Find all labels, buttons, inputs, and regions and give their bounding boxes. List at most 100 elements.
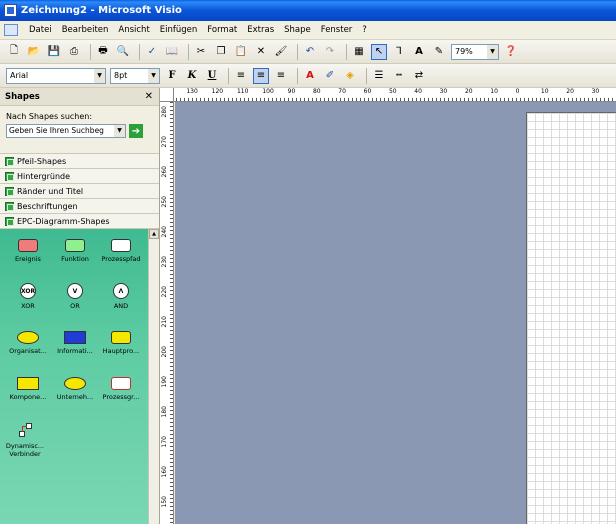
close-icon[interactable]: ✕: [145, 91, 153, 102]
ruler-tick-label: 210: [161, 316, 168, 328]
stencil-label: Hintergründe: [17, 171, 71, 181]
ruler-tick-label: 70: [338, 88, 346, 95]
master-organisationseinheit[interactable]: Organisat...: [3, 331, 53, 355]
toolbar-separator: [188, 43, 189, 60]
organisation-shape-icon: [17, 331, 39, 344]
font-size-combo[interactable]: 8pt ▼: [110, 67, 160, 84]
ruler-tick-label: 160: [161, 466, 168, 478]
drawing-page[interactable]: [526, 112, 616, 524]
line-weight-icon[interactable]: ☰: [371, 68, 387, 84]
align-left-icon[interactable]: ≡: [233, 68, 249, 84]
redo-icon[interactable]: ↷: [322, 44, 338, 60]
preview-icon[interactable]: 🔍: [115, 44, 131, 60]
delete-icon[interactable]: ✕: [253, 44, 269, 60]
master-label: Ereignis: [15, 255, 41, 263]
chevron-down-icon[interactable]: ▼: [94, 68, 105, 83]
scroll-up-icon[interactable]: ▲: [149, 229, 159, 239]
paste-icon[interactable]: 📋: [233, 44, 249, 60]
drawing-tools-icon[interactable]: ✎: [431, 44, 447, 60]
master-label: Kompone...: [9, 393, 47, 401]
chevron-down-icon[interactable]: ▼: [114, 125, 125, 137]
master-unternehmensbereich[interactable]: Unterneh...: [50, 377, 100, 401]
spelling-icon[interactable]: ✓: [144, 44, 160, 60]
align-right-icon[interactable]: ≡: [273, 68, 289, 84]
master-ereignis[interactable]: Ereignis: [3, 239, 53, 263]
document-icon[interactable]: [4, 24, 18, 36]
menu-bearbeiten[interactable]: Bearbeiten: [57, 25, 114, 35]
master-hauptprozess[interactable]: Hauptpro...: [96, 331, 146, 355]
menu-extras[interactable]: Extras: [242, 25, 279, 35]
new-icon[interactable]: 🗋: [6, 44, 22, 60]
underline-icon[interactable]: U: [204, 68, 220, 84]
stencil-epc-diagramm-shapes[interactable]: EPC-Diagramm-Shapes: [0, 214, 159, 229]
ruler-tick-label: 100: [262, 88, 274, 95]
stencil-icon: [5, 201, 14, 211]
ruler-tick-label: 40: [414, 88, 422, 95]
chevron-down-icon[interactable]: ▼: [148, 68, 159, 83]
menu-format[interactable]: Format: [202, 25, 242, 35]
ruler-tick-label: 80: [312, 88, 321, 95]
copy-icon[interactable]: ❐: [213, 44, 229, 60]
italic-icon[interactable]: K: [184, 68, 200, 84]
connector-tool-icon[interactable]: ⅂: [391, 44, 407, 60]
visio-app-icon[interactable]: [4, 4, 17, 17]
pointer-tool-icon[interactable]: ↖: [371, 43, 387, 60]
shapes-window-icon[interactable]: ▦: [351, 44, 367, 60]
stencil-beschriftungen[interactable]: Beschriftungen: [0, 199, 159, 214]
master-funktion[interactable]: Funktion: [50, 239, 100, 263]
print-preview-icon[interactable]: ⎙: [66, 44, 82, 60]
search-input[interactable]: Geben Sie Ihren Suchbeg ▼: [6, 124, 126, 138]
ruler-tick-label: 60: [363, 88, 372, 95]
stencil-hintergruende[interactable]: Hintergründe: [0, 169, 159, 184]
ruler-tick-label: 0: [515, 88, 520, 95]
ruler-labels: 1401301201101009080706050403020100102030: [160, 88, 616, 98]
master-xor[interactable]: XOR XOR: [3, 283, 53, 310]
menu-einfuegen[interactable]: Einfügen: [155, 25, 203, 35]
unternehmen-shape-icon: [64, 377, 86, 390]
undo-icon[interactable]: ↶: [302, 44, 318, 60]
ruler-tick-label: 260: [161, 166, 168, 178]
stencil-pfeil-shapes[interactable]: Pfeil-Shapes: [0, 154, 159, 169]
master-prozesspfad[interactable]: Prozesspfad: [96, 239, 146, 263]
line-ends-icon[interactable]: ⇄: [411, 68, 427, 84]
format-painter-icon[interactable]: 🖌: [273, 44, 289, 60]
zoom-combo[interactable]: 79% ▼: [451, 43, 499, 60]
ruler-tick-label: 180: [161, 406, 168, 418]
ruler-corner: [160, 88, 174, 102]
open-icon[interactable]: 📂: [26, 44, 42, 60]
research-icon[interactable]: 📖: [164, 44, 180, 60]
master-and[interactable]: Λ AND: [96, 283, 146, 310]
vertical-ruler[interactable]: 280 270 260 250 240 230 220 210 200 190 180 170 160 1…: [160, 102, 174, 524]
print-icon[interactable]: 🖶: [95, 44, 111, 60]
master-dynamischer-verbinder[interactable]: Dynamisc... Verbinder: [2, 421, 48, 458]
fill-color-icon[interactable]: ◈: [342, 68, 358, 84]
master-information[interactable]: Informati...: [50, 331, 100, 355]
chevron-down-icon[interactable]: ▼: [487, 44, 498, 59]
align-center-icon[interactable]: ≡: [253, 67, 269, 84]
menu-ansicht[interactable]: Ansicht: [113, 25, 154, 35]
menu-fenster[interactable]: Fenster: [316, 25, 358, 35]
master-prozessgruppe[interactable]: Prozessgr...: [96, 377, 146, 401]
stencil-raender-und-titel[interactable]: Ränder und Titel: [0, 184, 159, 199]
help-icon[interactable]: ❓: [503, 44, 519, 60]
line-pattern-icon[interactable]: ┅: [391, 68, 407, 84]
menu-datei[interactable]: Datei: [24, 25, 57, 35]
line-color-icon[interactable]: ✐: [322, 68, 338, 84]
menu-help[interactable]: ?: [357, 25, 372, 35]
or-shape-icon: V: [67, 283, 83, 299]
bold-icon[interactable]: F: [164, 68, 180, 84]
shapes-title: Shapes: [5, 91, 40, 102]
stencil-icon: [5, 171, 14, 181]
text-tool-icon[interactable]: A: [411, 44, 427, 60]
master-label: Hauptpro...: [102, 347, 140, 355]
stencil-scrollbar[interactable]: ▲: [148, 229, 159, 524]
master-komponente[interactable]: Kompone...: [3, 377, 53, 401]
menu-shape[interactable]: Shape: [279, 25, 316, 35]
master-or[interactable]: V OR: [50, 283, 100, 310]
cut-icon[interactable]: ✂: [193, 44, 209, 60]
save-icon[interactable]: 💾: [46, 44, 62, 60]
horizontal-ruler[interactable]: 1401301201101009080706050403020100102030: [160, 88, 616, 102]
font-combo[interactable]: Arial ▼: [6, 67, 106, 84]
search-go-button[interactable]: ➔: [129, 124, 143, 138]
font-color-icon[interactable]: A: [302, 68, 318, 84]
